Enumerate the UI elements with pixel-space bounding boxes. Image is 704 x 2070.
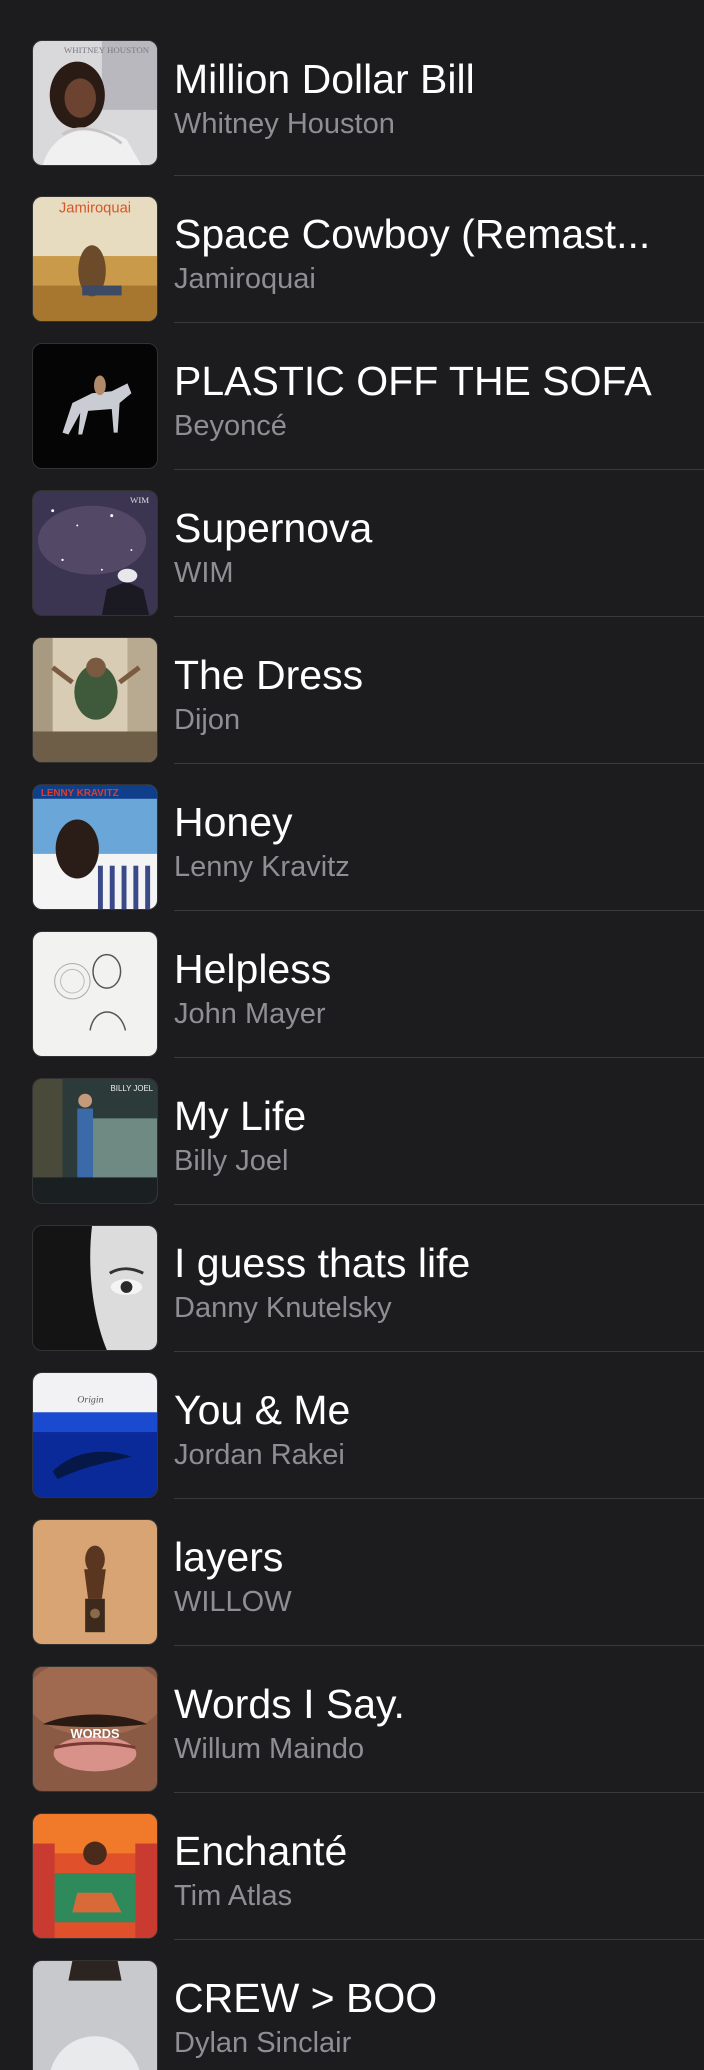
song-row[interactable]: LENNY KRAVITZ Honey Lenny Kravitz bbox=[0, 764, 704, 911]
song-artist: John Mayer bbox=[174, 998, 326, 1030]
album-art-lenny-kravitz: LENNY KRAVITZ bbox=[32, 784, 158, 910]
song-artist: Jordan Rakei bbox=[174, 1439, 345, 1471]
art-label: WIM bbox=[130, 495, 149, 505]
song-artist: Billy Joel bbox=[174, 1145, 289, 1177]
song-row[interactable]: CREW > BOO Dylan Sinclair bbox=[0, 1940, 704, 2070]
art-label: WHITNEY HOUSTON bbox=[64, 45, 150, 55]
song-title: Space Cowboy (Remast... bbox=[174, 211, 651, 257]
song-artist: Whitney Houston bbox=[174, 108, 395, 140]
song-artist: Lenny Kravitz bbox=[174, 851, 350, 883]
song-artist: Dylan Sinclair bbox=[174, 2027, 352, 2059]
song-title: PLASTIC OFF THE SOFA bbox=[174, 358, 652, 404]
art-label: Origin bbox=[77, 1395, 103, 1406]
song-row[interactable]: BILLY JOEL My Life Billy Joel bbox=[0, 1058, 704, 1205]
song-title: Honey bbox=[174, 799, 293, 845]
album-art-danny-knutelsky bbox=[32, 1225, 158, 1351]
art-label: WORDS bbox=[71, 1726, 120, 1741]
song-title: The Dress bbox=[174, 652, 364, 698]
song-row[interactable]: layers WILLOW bbox=[0, 1499, 704, 1646]
song-title: Words I Say. bbox=[174, 1681, 405, 1727]
album-art-willow bbox=[32, 1519, 158, 1645]
song-row[interactable]: Origin You & Me Jordan Rakei bbox=[0, 1352, 704, 1499]
album-art-whitney-houston: WHITNEY HOUSTON bbox=[32, 40, 158, 166]
art-label: Jamiroquai bbox=[59, 201, 131, 217]
song-row[interactable]: Jamiroquai Space Cowboy (Remast... Jamir… bbox=[0, 176, 704, 323]
song-artist: WILLOW bbox=[174, 1586, 292, 1618]
song-artist: Jamiroquai bbox=[174, 263, 316, 295]
art-label: BILLY JOEL bbox=[111, 1084, 154, 1093]
song-row[interactable]: PLASTIC OFF THE SOFA Beyoncé bbox=[0, 323, 704, 470]
song-list: WHITNEY HOUSTON Million Dollar Bill Whit… bbox=[0, 0, 704, 2070]
song-row[interactable]: Enchanté Tim Atlas bbox=[0, 1793, 704, 1940]
song-artist: WIM bbox=[174, 557, 234, 589]
album-art-wim: WIM bbox=[32, 490, 158, 616]
song-title: Enchanté bbox=[174, 1828, 348, 1874]
art-label: LENNY KRAVITZ bbox=[41, 788, 119, 799]
song-row[interactable]: The Dress Dijon bbox=[0, 617, 704, 764]
song-title: You & Me bbox=[174, 1387, 351, 1433]
song-title: Million Dollar Bill bbox=[174, 56, 475, 102]
song-artist: Danny Knutelsky bbox=[174, 1292, 392, 1324]
song-artist: Beyoncé bbox=[174, 410, 287, 442]
song-row[interactable]: WHITNEY HOUSTON Million Dollar Bill Whit… bbox=[0, 0, 704, 176]
song-artist: Willum Maindo bbox=[174, 1733, 365, 1765]
song-row[interactable]: WIM Supernova WIM bbox=[0, 470, 704, 617]
song-artist: Tim Atlas bbox=[174, 1880, 293, 1912]
album-art-willum-maindo: WORDS bbox=[32, 1666, 158, 1792]
album-art-billy-joel: BILLY JOEL bbox=[32, 1078, 158, 1204]
song-title: My Life bbox=[174, 1093, 307, 1139]
album-art-beyonce bbox=[32, 343, 158, 469]
album-art-jordan-rakei: Origin bbox=[32, 1372, 158, 1498]
song-title: Helpless bbox=[174, 946, 332, 992]
song-row[interactable]: Helpless John Mayer bbox=[0, 911, 704, 1058]
album-art-dijon bbox=[32, 637, 158, 763]
album-art-tim-atlas bbox=[32, 1813, 158, 1939]
song-title: layers bbox=[174, 1534, 284, 1580]
album-art-dylan-sinclair bbox=[32, 1960, 158, 2070]
song-title: Supernova bbox=[174, 505, 373, 551]
song-title: CREW > BOO bbox=[174, 1975, 438, 2021]
song-row[interactable]: WORDS Words I Say. Willum Maindo bbox=[0, 1646, 704, 1793]
song-artist: Dijon bbox=[174, 704, 241, 736]
song-row[interactable]: I guess thats life Danny Knutelsky bbox=[0, 1205, 704, 1352]
album-art-jamiroquai: Jamiroquai bbox=[32, 196, 158, 322]
album-art-john-mayer bbox=[32, 931, 158, 1057]
song-title: I guess thats life bbox=[174, 1240, 471, 1286]
